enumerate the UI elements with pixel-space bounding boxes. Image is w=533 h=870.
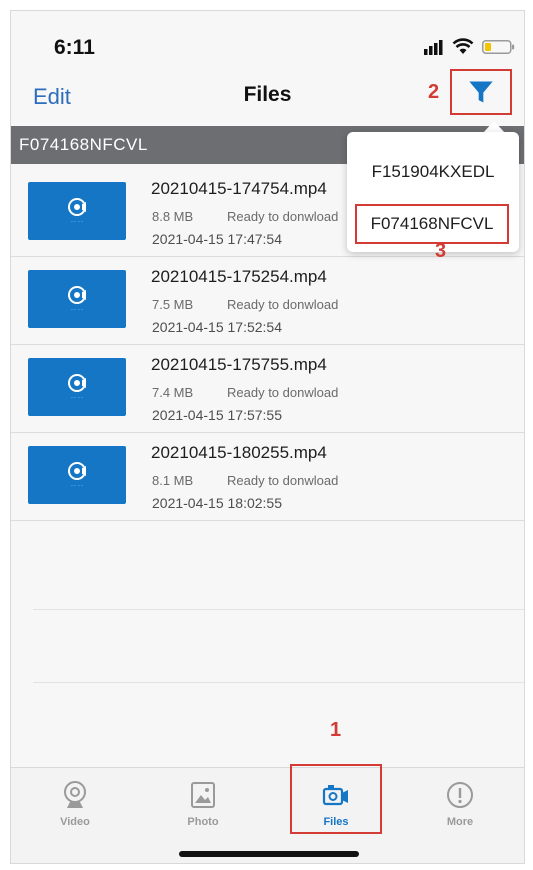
- tab-photo[interactable]: Photo: [139, 768, 267, 863]
- photo-icon: [191, 782, 215, 808]
- info-icon: [447, 782, 473, 808]
- file-size: 8.8 MB: [152, 209, 194, 224]
- video-thumbnail: ∙∙∙∙ ∙∙∙∙: [28, 358, 126, 416]
- tab-label: Photo: [187, 816, 219, 828]
- tab-label: More: [446, 816, 474, 828]
- battery-icon: [482, 40, 515, 54]
- video-thumbnail: ∙∙∙∙ ∙∙∙∙: [28, 270, 126, 328]
- file-size: 7.4 MB: [152, 385, 194, 400]
- device-dropdown: F151904KXEDL F074168NFCVL: [347, 132, 519, 252]
- file-date: 2021-04-15 18:02:55: [152, 495, 282, 511]
- file-date: 2021-04-15 17:52:54: [152, 319, 282, 335]
- file-status: Ready to donwload: [227, 297, 339, 312]
- tab-more[interactable]: More: [396, 768, 524, 863]
- dropdown-item-device[interactable]: F151904KXEDL: [347, 162, 519, 182]
- file-row[interactable]: ∙∙∙∙ ∙∙∙∙ 20210415-180255.mp4 8.1 MB Rea…: [11, 433, 524, 521]
- file-status: Ready to donwload: [227, 473, 339, 488]
- video-thumbnail: ∙∙∙∙ ∙∙∙∙: [28, 446, 126, 504]
- file-name: 20210415-175254.mp4: [151, 267, 327, 286]
- webcam-icon: [64, 781, 86, 808]
- files-tab-highlight: [290, 764, 382, 834]
- file-status: Ready to donwload: [227, 209, 339, 224]
- signal-icon: [424, 40, 443, 55]
- thumbnail-caption: ∙∙∙∙ ∙∙∙∙: [70, 395, 84, 401]
- filter-icon: [469, 81, 493, 103]
- camera-logo-icon: [68, 198, 86, 216]
- file-name: 20210415-175755.mp4: [151, 355, 327, 374]
- page-title: Files: [243, 83, 292, 106]
- file-name: 20210415-174754.mp4: [151, 179, 327, 198]
- file-size: 8.1 MB: [152, 473, 194, 488]
- file-row[interactable]: ∙∙∙∙ ∙∙∙∙ 20210415-175254.mp4 7.5 MB Rea…: [11, 257, 524, 345]
- status-time: 6:11: [54, 36, 95, 59]
- thumbnail-caption: ∙∙∙∙ ∙∙∙∙: [70, 483, 84, 489]
- camera-logo-icon: [68, 286, 86, 304]
- phone-screen: 6:11 Edit Files 2 F074168NFCVL ∙∙∙∙ ∙∙∙∙…: [10, 10, 525, 864]
- file-date: 2021-04-15 17:47:54: [152, 231, 282, 247]
- tab-bar: Video Photo Files More: [11, 767, 524, 863]
- thumbnail-caption: ∙∙∙∙ ∙∙∙∙: [70, 219, 84, 225]
- tab-label: Video: [60, 816, 90, 828]
- home-indicator: [179, 851, 359, 857]
- annotation-step-1: 1: [330, 719, 342, 741]
- camera-logo-icon: [68, 462, 86, 480]
- file-status: Ready to donwload: [227, 385, 339, 400]
- file-row[interactable]: ∙∙∙∙ ∙∙∙∙ 20210415-175755.mp4 7.4 MB Rea…: [11, 345, 524, 433]
- file-size: 7.5 MB: [152, 297, 194, 312]
- file-date: 2021-04-15 17:57:55: [152, 407, 282, 423]
- filter-button[interactable]: [450, 69, 512, 115]
- annotation-step-2: 2: [428, 81, 440, 103]
- annotation-step-3: 3: [435, 240, 447, 262]
- camera-logo-icon: [68, 374, 86, 392]
- thumbnail-caption: ∙∙∙∙ ∙∙∙∙: [70, 307, 84, 313]
- list-divider: [33, 682, 524, 683]
- video-thumbnail: ∙∙∙∙ ∙∙∙∙: [28, 182, 126, 240]
- file-name: 20210415-180255.mp4: [151, 443, 327, 462]
- wifi-icon: [452, 38, 474, 54]
- list-divider: [33, 609, 524, 610]
- dropdown-item-device-selected[interactable]: F074168NFCVL: [355, 204, 509, 244]
- tab-video[interactable]: Video: [11, 768, 139, 863]
